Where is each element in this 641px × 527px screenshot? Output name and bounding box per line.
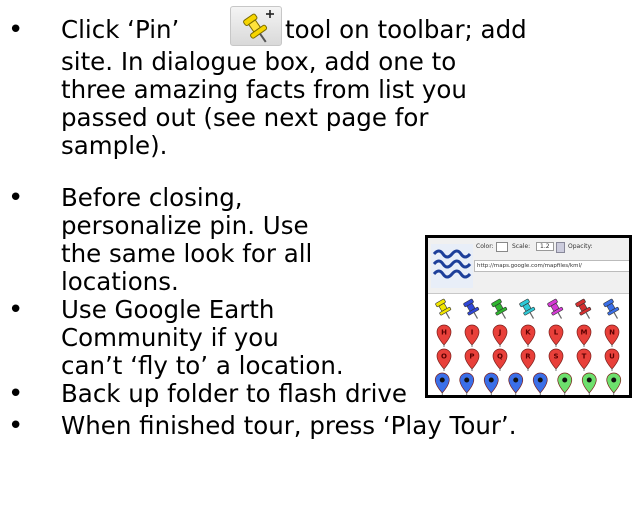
pin-letter: S [553, 353, 558, 361]
pin-letter: L [554, 329, 559, 337]
pin-dot [611, 377, 617, 383]
pushpin-icon[interactable] [518, 298, 538, 321]
pushpin-icon[interactable] [490, 298, 510, 321]
paddle-pin-icon[interactable] [606, 372, 622, 395]
bullet-marker: • [8, 411, 24, 441]
paddle-pin-icon[interactable]: P [464, 348, 480, 371]
bullet-5-line-1: When finished tour, press ‘Play Tour’. [61, 411, 517, 440]
bullet-4-line-1: Back up folder to flash drive [61, 379, 407, 408]
color-swatch[interactable] [496, 242, 508, 252]
paddle-pin-icon[interactable]: O [436, 348, 452, 371]
bullet-3-line-1: Use Google Earth [61, 295, 275, 324]
pin-letter: N [609, 329, 615, 337]
bullet-1-line-2: site. In dialogue box, add one to [61, 47, 457, 76]
paddle-pin-icon[interactable]: S [548, 348, 564, 371]
pin-letter: P [469, 353, 474, 361]
bullet-1-line-3: three amazing facts from list you [61, 75, 467, 104]
bullet-3-line-3: can’t ‘fly to’ a location. [61, 351, 344, 380]
bullet-marker: • [8, 183, 24, 213]
bullet-1-line-4: passed out (see next page for [61, 103, 429, 132]
pushpin-icon[interactable] [462, 298, 482, 321]
paddle-pin-icon[interactable] [581, 372, 597, 395]
pushpin-icon[interactable] [546, 298, 566, 321]
paddle-pin-icon[interactable]: U [604, 348, 620, 371]
bullet-1-line-5: sample). [61, 131, 168, 160]
bullet-marker: • [8, 15, 24, 45]
pin-letter: Q [497, 353, 503, 361]
bullet-2-line-1: Before closing, [61, 183, 243, 212]
pin-letter: K [525, 329, 531, 337]
paddle-pin-icon[interactable] [459, 372, 475, 395]
icon-url-text: http://maps.google.com/mapfiles/kml/ [477, 263, 582, 269]
bullet-2-line-4: locations. [61, 267, 179, 296]
pin-dot [562, 377, 568, 383]
icon-url-field[interactable]: http://maps.google.com/mapfiles/kml/ [474, 260, 629, 272]
paddle-pin-icon[interactable] [434, 372, 450, 395]
scale-label: Scale: [512, 243, 531, 250]
pin-letter: T [582, 353, 587, 361]
paddle-pin-icon[interactable]: T [576, 348, 592, 371]
color-label: Color: [476, 243, 494, 250]
scale-field[interactable]: 1.2 [536, 242, 554, 251]
paddle-pin-icon[interactable] [557, 372, 573, 395]
paddle-pin-icon[interactable]: K [520, 324, 536, 347]
bullet-1-line-1: Click ‘Pin’ [61, 15, 180, 44]
pin-dot [439, 377, 445, 383]
paddle-pin-icon[interactable]: L [548, 324, 564, 347]
bullet-marker: • [8, 379, 24, 409]
opacity-label: Opacity: [568, 243, 593, 250]
pin-grid: H I J K L M N O P Q R S T U [434, 298, 622, 395]
bullet-1-line-1b: tool on toolbar; add [285, 15, 527, 44]
pin-letter: I [471, 329, 474, 337]
pin-letter: M [581, 329, 588, 337]
paddle-pin-icon[interactable] [483, 372, 499, 395]
pushpin-icon[interactable] [602, 298, 622, 321]
paddle-pin-icon[interactable] [508, 372, 524, 395]
pushpin-icon[interactable] [434, 298, 454, 321]
pin-letter: J [498, 329, 502, 337]
pin-style-dialog-screenshot: Color: Scale: 1.2 Opacity: http://maps.g… [425, 235, 632, 398]
paddle-pin-icon[interactable]: Q [492, 348, 508, 371]
bullet-3-line-2: Community if you [61, 323, 279, 352]
pin-letter: O [441, 353, 447, 361]
bullet-marker: • [8, 295, 24, 325]
paddle-pin-icon[interactable]: M [576, 324, 592, 347]
paddle-pin-icon[interactable]: H [436, 324, 452, 347]
pin-dot [586, 377, 592, 383]
paddle-pin-icon[interactable]: J [492, 324, 508, 347]
pin-letter: H [441, 329, 447, 337]
spinner-icon[interactable] [556, 242, 565, 253]
pin-tool-icon [230, 6, 282, 46]
pin-dot [513, 377, 519, 383]
paddle-pin-icon[interactable]: R [520, 348, 536, 371]
pin-dot [488, 377, 494, 383]
pushpin-icon[interactable] [574, 298, 594, 321]
pin-letter: R [525, 353, 531, 361]
paddle-pin-icon[interactable]: N [604, 324, 620, 347]
paddle-pin-icon[interactable] [532, 372, 548, 395]
pin-dot [464, 377, 470, 383]
bullet-2-line-2: personalize pin. Use [61, 211, 309, 240]
pin-style-dialog-header: Color: Scale: 1.2 Opacity: http://maps.g… [428, 238, 629, 294]
pin-letter: U [609, 353, 615, 361]
pin-dot [537, 377, 543, 383]
wavy-lines-icon [431, 244, 473, 288]
bullet-2-line-3: the same look for all [61, 239, 313, 268]
paddle-pin-icon[interactable]: I [464, 324, 480, 347]
